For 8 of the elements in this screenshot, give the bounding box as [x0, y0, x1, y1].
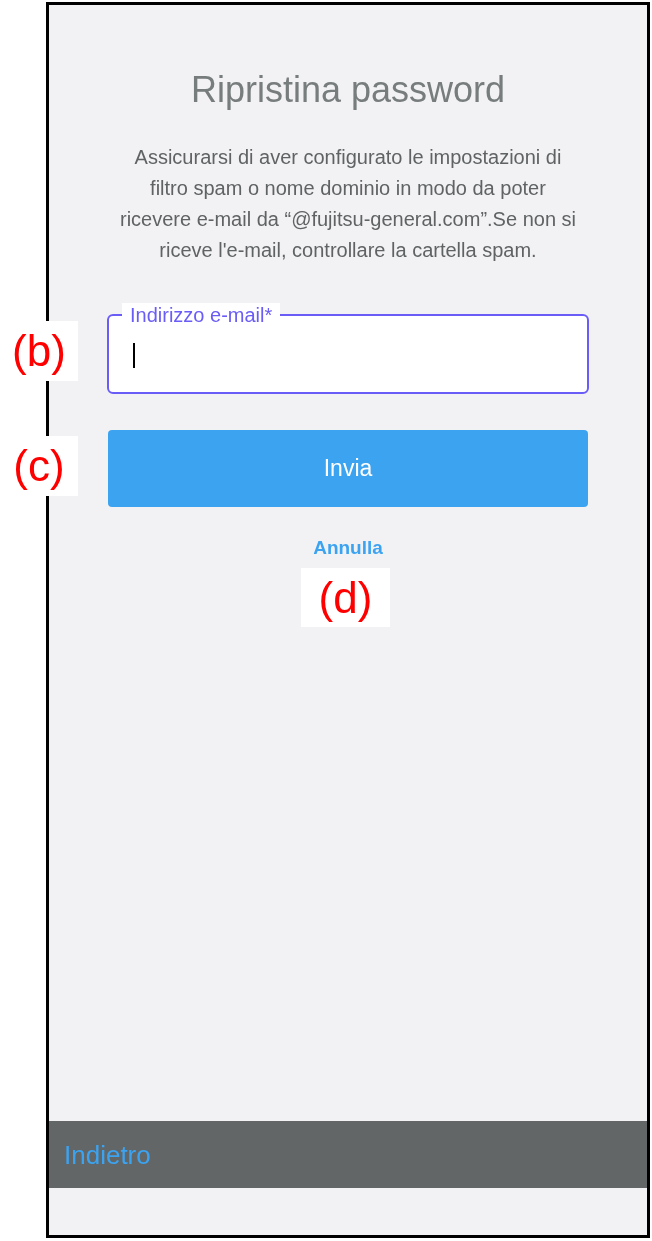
back-button[interactable]: Indietro	[64, 1139, 151, 1170]
email-field[interactable]: Indirizzo e-mail*	[107, 303, 589, 394]
callout-label: (d)	[301, 568, 390, 627]
cancel-link[interactable]: Annulla	[313, 537, 383, 559]
page-title: Ripristina password	[190, 70, 506, 110]
text-cursor-icon	[133, 343, 135, 368]
submit-button[interactable]: Invia	[108, 430, 588, 507]
instructions-text: Assicurarsi di aver configurato le impostazioni di filtro spam o nome dominio in modo da poter ricevere e-mail da “@fujitsu-general.com”.Se non si riceve l'e-mail, controllare la cartella spam.	[119, 145, 576, 263]
